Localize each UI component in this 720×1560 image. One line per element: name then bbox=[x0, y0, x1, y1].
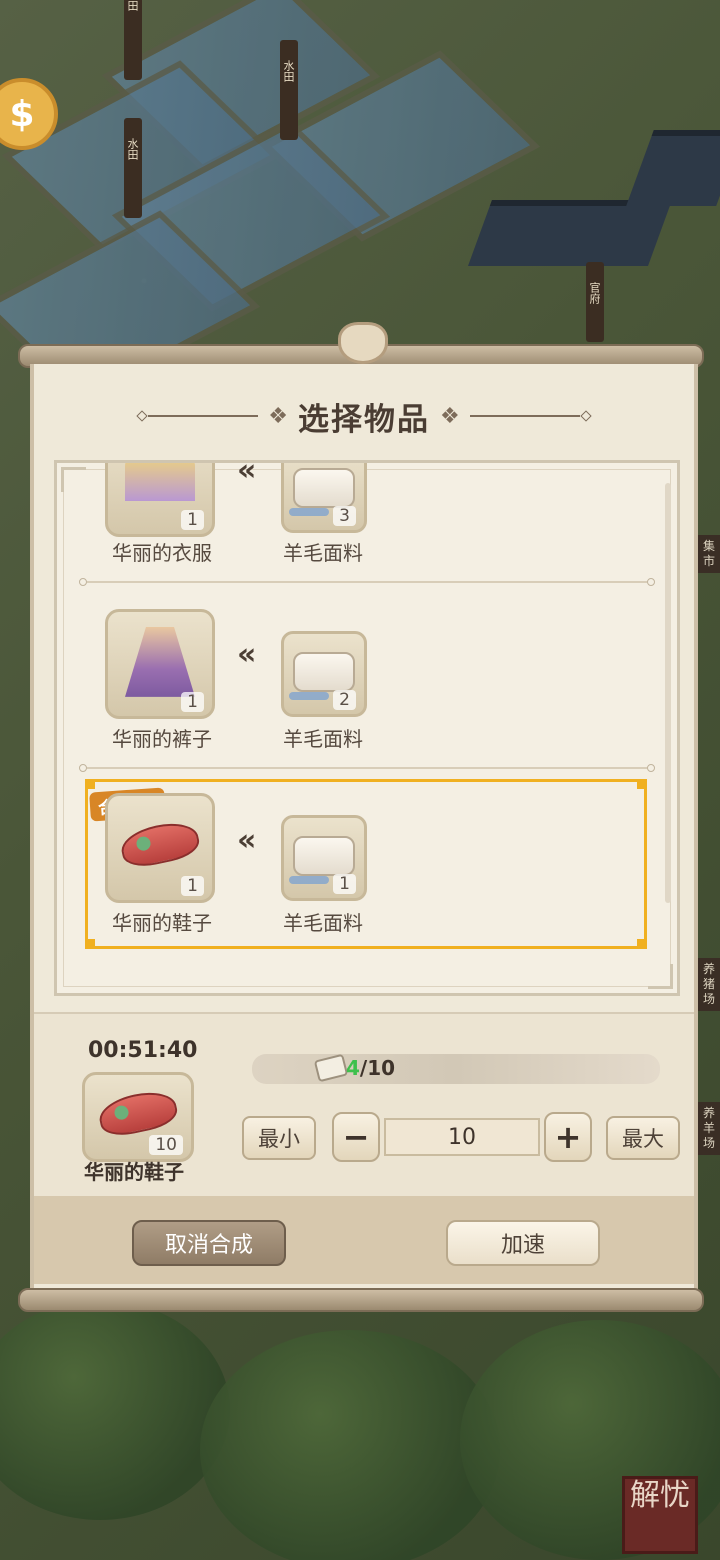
building-roof bbox=[626, 130, 720, 206]
material-count: 3 bbox=[333, 506, 356, 526]
crafting-item-name: 华丽的鞋子 bbox=[84, 1160, 184, 1184]
pants-icon bbox=[125, 626, 195, 697]
building-roof bbox=[467, 200, 673, 266]
material-progress-text: 4/10 bbox=[346, 1056, 395, 1080]
product-slot[interactable]: 1 bbox=[105, 793, 215, 903]
stamp-button[interactable]: 解忧 bbox=[622, 1476, 698, 1554]
dialog-header: ❖ 选择物品 ❖ bbox=[34, 394, 694, 438]
sheep-farm-sign-text: 养羊场 bbox=[702, 1106, 715, 1150]
arrow-left-icon: « bbox=[237, 460, 257, 488]
wool-fabric-icon bbox=[289, 836, 355, 884]
min-button[interactable]: 最小 bbox=[242, 1116, 316, 1160]
arrow-left-icon: « bbox=[237, 823, 257, 858]
wool-fabric-icon bbox=[289, 468, 355, 516]
product-name: 华丽的裤子 bbox=[112, 727, 212, 751]
field-sign-text: 水田 bbox=[126, 138, 139, 160]
pig-farm-sign-text: 养猪场 bbox=[702, 962, 715, 1006]
stamp-text: 解忧 bbox=[630, 1478, 690, 1513]
material-slot[interactable]: 2 bbox=[281, 631, 367, 717]
field-sign: 水田 bbox=[280, 40, 298, 140]
shoes-icon bbox=[95, 1086, 181, 1140]
tree bbox=[0, 1300, 230, 1520]
crafting-timer: 00:51:40 bbox=[88, 1038, 198, 1063]
dress-icon bbox=[125, 463, 195, 501]
dialog-footer: 取消合成 加速 bbox=[34, 1196, 694, 1284]
crafting-panel: 00:51:40 10 华丽的鞋子 4/10 最小 − 10 + 最大 bbox=[34, 1012, 694, 1200]
row-divider bbox=[79, 578, 655, 586]
dialog-title: 选择物品 bbox=[298, 401, 430, 438]
row-divider bbox=[79, 764, 655, 772]
market-sign-text: 集市 bbox=[702, 539, 715, 568]
frame-corner bbox=[61, 467, 86, 492]
sheep-farm-sign: 养羊场 bbox=[698, 1102, 720, 1155]
material-slot[interactable]: 3 bbox=[281, 463, 367, 533]
max-button[interactable]: 最大 bbox=[606, 1116, 680, 1160]
title-divider-left bbox=[148, 415, 259, 417]
cancel-crafting-button[interactable]: 取消合成 bbox=[132, 1220, 286, 1266]
wool-fabric-icon bbox=[313, 1053, 349, 1083]
material-progress: 4/10 bbox=[252, 1053, 660, 1084]
recipe-list[interactable]: 1 « 3 华丽的衣服 羊毛面料 1 « 2 华丽的裤子 羊毛面料 1 « 1 … bbox=[54, 460, 680, 996]
product-count: 1 bbox=[181, 510, 204, 530]
recipe-row[interactable]: 1 « 1 华丽的鞋子 羊毛面料 bbox=[87, 783, 647, 935]
material-slot[interactable]: 1 bbox=[281, 815, 367, 901]
wool-fabric-icon bbox=[289, 652, 355, 700]
material-total: /10 bbox=[359, 1056, 396, 1080]
material-name: 羊毛面料 bbox=[283, 727, 363, 751]
ribbon-knot-icon bbox=[338, 322, 388, 364]
frame-corner bbox=[648, 964, 673, 989]
crafting-item-slot[interactable]: 10 bbox=[82, 1072, 194, 1162]
crafting-item-count: 10 bbox=[149, 1135, 183, 1155]
tree bbox=[200, 1330, 500, 1560]
recipe-row[interactable]: 1 « 2 华丽的裤子 羊毛面料 bbox=[87, 601, 647, 751]
field-sign-text: 水田 bbox=[282, 60, 295, 82]
decrease-button[interactable]: − bbox=[332, 1112, 380, 1162]
field-sign: 田 bbox=[124, 0, 142, 80]
increase-button[interactable]: + bbox=[544, 1112, 592, 1162]
product-slot[interactable]: 1 bbox=[105, 609, 215, 719]
market-sign: 集市 bbox=[698, 535, 720, 573]
material-have: 4 bbox=[346, 1056, 360, 1080]
material-count: 2 bbox=[333, 690, 356, 710]
field-sign-text: 田 bbox=[126, 0, 139, 11]
scroll-bottom-rod bbox=[18, 1288, 704, 1312]
product-slot[interactable]: 1 bbox=[105, 463, 215, 537]
product-name: 华丽的衣服 bbox=[112, 541, 212, 565]
title-ornament-icon: ❖ bbox=[440, 403, 460, 429]
government-sign: 官府 bbox=[586, 262, 604, 342]
title-divider-right bbox=[469, 415, 580, 417]
government-sign-text: 官府 bbox=[588, 282, 601, 304]
pig-farm-sign: 养猪场 bbox=[698, 958, 720, 1011]
shoes-icon bbox=[117, 817, 203, 871]
material-name: 羊毛面料 bbox=[283, 911, 363, 935]
material-name: 羊毛面料 bbox=[283, 541, 363, 565]
product-count: 1 bbox=[181, 876, 204, 896]
select-item-dialog: ❖ 选择物品 ❖ 1 « 3 华丽的衣服 羊毛面料 1 « 2 华丽的裤子 羊毛… bbox=[30, 364, 698, 1289]
recipe-row[interactable]: 1 « 3 华丽的衣服 羊毛面料 bbox=[87, 460, 647, 565]
arrow-left-icon: « bbox=[237, 637, 257, 672]
field-sign: 水田 bbox=[124, 118, 142, 218]
product-count: 1 bbox=[181, 692, 204, 712]
material-count: 1 bbox=[333, 874, 356, 894]
list-scrollbar[interactable] bbox=[665, 483, 671, 903]
quantity-field[interactable]: 10 bbox=[384, 1118, 540, 1156]
title-ornament-icon: ❖ bbox=[268, 403, 288, 429]
product-name: 华丽的鞋子 bbox=[112, 911, 212, 935]
speed-up-button[interactable]: 加速 bbox=[446, 1220, 600, 1266]
